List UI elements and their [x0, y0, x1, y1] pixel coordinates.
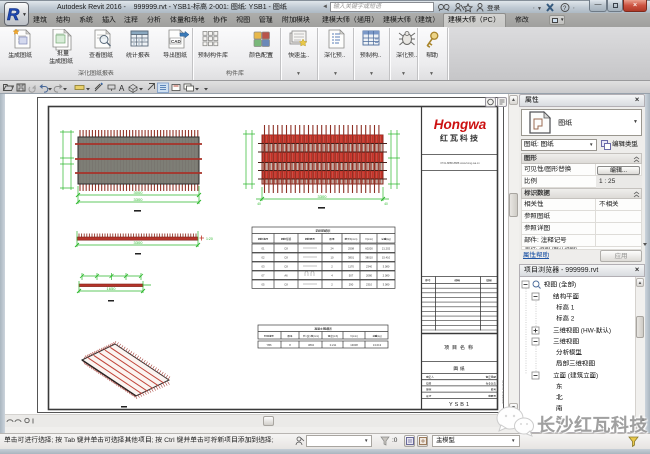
svg-text:3.080: 3.080 [383, 283, 390, 287]
svg-text:3300: 3300 [134, 197, 144, 202]
svg-text:2508: 2508 [348, 247, 354, 251]
svg-text:21.202: 21.202 [382, 247, 391, 251]
svg-text:专业负责: 专业负责 [486, 381, 497, 385]
svg-text:07: 07 [262, 274, 265, 278]
svg-text:·: · [573, 5, 575, 12]
svg-text:13008: 13008 [350, 343, 358, 347]
svg-text:三维视图 (HW-默认): 三维视图 (HW-默认) [553, 327, 611, 335]
svg-text:A6: A6 [284, 274, 288, 278]
svg-text:3801: 3801 [348, 256, 354, 260]
svg-text:Hongwa: Hongwa [434, 117, 487, 132]
svg-text:南: 南 [555, 406, 563, 413]
svg-text:构件编号: 构件编号 [263, 334, 275, 338]
svg-text:审定日期: 审定日期 [486, 375, 497, 379]
svg-text:24: 24 [331, 247, 334, 251]
svg-text:38010: 38010 [365, 256, 373, 260]
svg-text:设计: 设计 [425, 394, 432, 398]
svg-text:混凝土明细表: 混凝土明细表 [314, 327, 332, 331]
svg-text:R: R [7, 5, 20, 24]
svg-text:视图 (全部): 视图 (全部) [544, 281, 576, 289]
svg-text:总重(kg): 总重(kg) [380, 237, 391, 241]
svg-text:说明: 说明 [453, 279, 460, 283]
svg-text:40: 40 [384, 202, 388, 206]
svg-text:507: 507 [349, 274, 354, 278]
svg-text:钢筋明细表: 钢筋明细表 [314, 229, 330, 233]
svg-text:60200: 60200 [365, 247, 373, 251]
svg-text:A: A [119, 83, 125, 93]
svg-text:序号: 序号 [424, 279, 431, 283]
svg-text:总重(kg): 总重(kg) [371, 334, 381, 338]
svg-text:▼: ▼ [537, 6, 542, 12]
svg-text:审图号: 审图号 [488, 394, 496, 398]
svg-text:登录: 登录 [487, 4, 501, 12]
svg-text:3300: 3300 [318, 194, 328, 199]
svg-text:图纸: 图纸 [454, 366, 467, 371]
svg-text:CAD: CAD [171, 39, 181, 44]
svg-text:2340: 2340 [366, 265, 372, 269]
svg-text:3000: 3000 [134, 190, 144, 195]
svg-text:钢筋图形: 钢筋图形 [304, 237, 316, 241]
svg-text:V(mm): V(mm) [365, 237, 373, 241]
svg-text:1650: 1650 [107, 286, 117, 291]
svg-text:3300: 3300 [134, 240, 144, 245]
svg-text:2080: 2080 [366, 274, 372, 278]
svg-text:标高 2: 标高 2 [556, 315, 575, 323]
svg-text:1:20: 1:20 [206, 237, 213, 241]
svg-text:3.080: 3.080 [383, 265, 390, 269]
svg-text:数量: 数量 [328, 237, 335, 241]
svg-text:钢筋编号: 钢筋编号 [257, 237, 269, 241]
svg-text:03: 03 [262, 265, 265, 269]
svg-text:C8: C8 [284, 256, 288, 260]
svg-text:数量: 数量 [286, 335, 293, 338]
svg-text:290: 290 [349, 283, 354, 287]
svg-text:2.080: 2.080 [383, 274, 390, 278]
svg-text:C8: C8 [284, 283, 288, 287]
svg-text:标高 1: 标高 1 [556, 304, 575, 312]
svg-text:15.410: 15.410 [382, 256, 391, 260]
svg-text:05: 05 [262, 283, 265, 287]
svg-text:0731-8888-8888 www.hong-wa.cn: 0731-8888-8888 www.hong-wa.cn [440, 161, 480, 165]
svg-text:北: 北 [556, 395, 563, 402]
svg-text:0.211: 0.211 [330, 343, 337, 347]
svg-text:审核: 审核 [426, 388, 432, 392]
svg-text:红瓦科技: 红瓦科技 [439, 133, 480, 143]
svg-text:40: 40 [257, 202, 261, 206]
svg-text:日期: 日期 [486, 279, 492, 283]
svg-text:V(mm): V(mm) [350, 335, 358, 338]
svg-text:项目名称: 项目名称 [444, 344, 476, 351]
svg-text:审定人: 审定人 [426, 375, 434, 379]
svg-text:长×宽×高(mm): 长×宽×高(mm) [302, 334, 319, 338]
svg-text:13.013: 13.013 [373, 343, 382, 347]
svg-text:分析模型: 分析模型 [556, 349, 583, 357]
svg-text:局部三维视图: 局部三维视图 [556, 360, 595, 368]
svg-text:三维视图: 三维视图 [553, 338, 579, 346]
svg-text:1170: 1170 [348, 265, 354, 269]
svg-text:C8: C8 [284, 247, 288, 251]
svg-text:2310: 2310 [366, 283, 372, 287]
svg-text:绘图: 绘图 [426, 381, 432, 385]
svg-text:·: · [533, 5, 535, 12]
svg-text:YB6: YB6 [266, 343, 272, 347]
svg-text:图号: 图号 [491, 388, 497, 392]
svg-text:钢筋规格: 钢筋规格 [280, 237, 292, 241]
svg-text:体积(m3): 体积(m3) [327, 334, 338, 338]
svg-text:立面 (建筑立面): 立面 (建筑立面) [553, 372, 598, 380]
svg-text:东: 东 [556, 383, 563, 391]
svg-text:02: 02 [262, 256, 265, 260]
svg-text:C8: C8 [284, 265, 288, 269]
svg-text:3804: 3804 [308, 343, 314, 347]
svg-text:单长b(mm): 单长b(mm) [345, 237, 358, 241]
svg-text:10: 10 [331, 256, 334, 260]
svg-text:结构平面: 结构平面 [553, 293, 579, 301]
svg-text:YSB1: YSB1 [449, 402, 471, 408]
svg-text:2016/05/20 10:20:35: 2016/05/20 10:20:35 [501, 380, 505, 404]
svg-text:01: 01 [262, 247, 265, 251]
